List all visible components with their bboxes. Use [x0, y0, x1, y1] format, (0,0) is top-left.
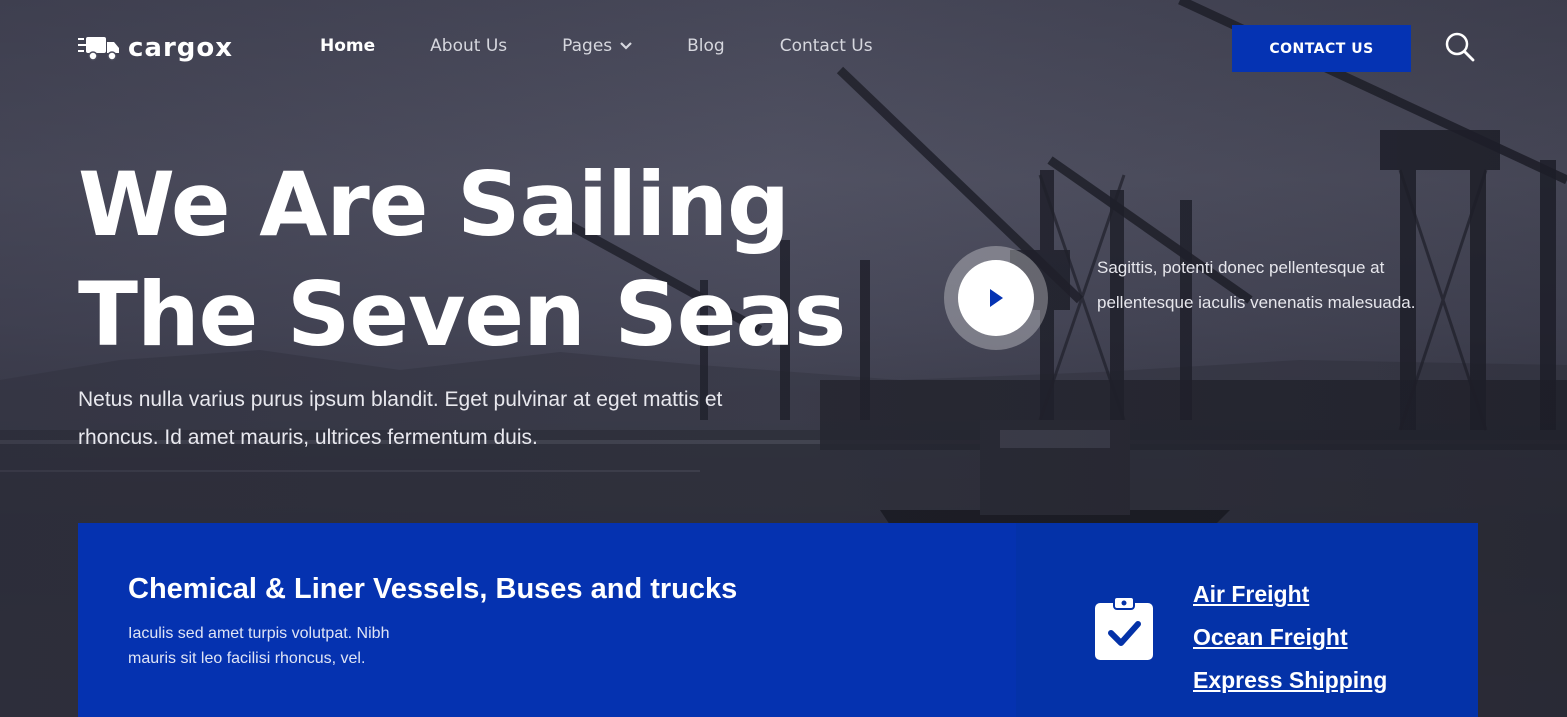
nav-item-home[interactable]: Home [320, 36, 375, 56]
brand-name: cargox [128, 33, 234, 63]
services-panel: Air Freight Ocean Freight Express Shippi… [1016, 523, 1478, 717]
nav-item-blog[interactable]: Blog [687, 36, 725, 56]
search-button[interactable] [1445, 32, 1475, 62]
hero-side-text: Sagittis, potenti donec pellentesque at … [1097, 258, 1416, 312]
nav-item-label: Contact Us [779, 36, 873, 56]
service-links: Air Freight Ocean Freight Express Shippi… [1193, 573, 1387, 702]
link-express-shipping[interactable]: Express Shipping [1193, 659, 1387, 702]
services-info-box: Chemical & Liner Vessels, Buses and truc… [78, 523, 1478, 717]
hero-title: We Are Sailing The Seven Seas [78, 150, 858, 370]
play-icon [990, 289, 1003, 307]
nav-item-contact-us[interactable]: Contact Us [780, 36, 873, 56]
info-title: Chemical & Liner Vessels, Buses and truc… [128, 573, 738, 605]
nav-item-about-us[interactable]: About Us [430, 36, 507, 56]
info-panel: Chemical & Liner Vessels, Buses and truc… [78, 523, 1016, 717]
contact-us-button[interactable]: CONTACT US [1232, 25, 1411, 72]
clipboard-check-icon [1095, 597, 1153, 660]
nav-item-label: About Us [430, 36, 508, 56]
logo[interactable]: cargox [78, 32, 233, 64]
chevron-down-icon [620, 42, 632, 50]
link-ocean-freight[interactable]: Ocean Freight [1193, 616, 1387, 659]
site-header: cargox Home About Us Pages Blog Contact … [0, 0, 1567, 97]
info-text: Iaculis sed amet turpis volutpat. Nibh m… [128, 625, 390, 667]
nav-item-label: Blog [687, 36, 725, 56]
truck-icon [78, 37, 119, 61]
hero-description: Netus nulla varius purus ipsum blandit. … [78, 388, 723, 449]
nav-item-pages[interactable]: Pages [562, 36, 632, 56]
hero-title-line-2: The Seven Seas [78, 263, 846, 366]
link-air-freight[interactable]: Air Freight [1193, 573, 1387, 616]
main-nav: Home About Us Pages Blog Contact Us [320, 36, 928, 56]
nav-item-label: Pages [562, 36, 613, 56]
play-video-button[interactable] [944, 246, 1048, 350]
search-icon [1445, 32, 1475, 62]
play-button-inner [958, 260, 1034, 336]
hero-title-line-1: We Are Sailing [78, 153, 790, 256]
nav-item-label: Home [320, 36, 376, 56]
